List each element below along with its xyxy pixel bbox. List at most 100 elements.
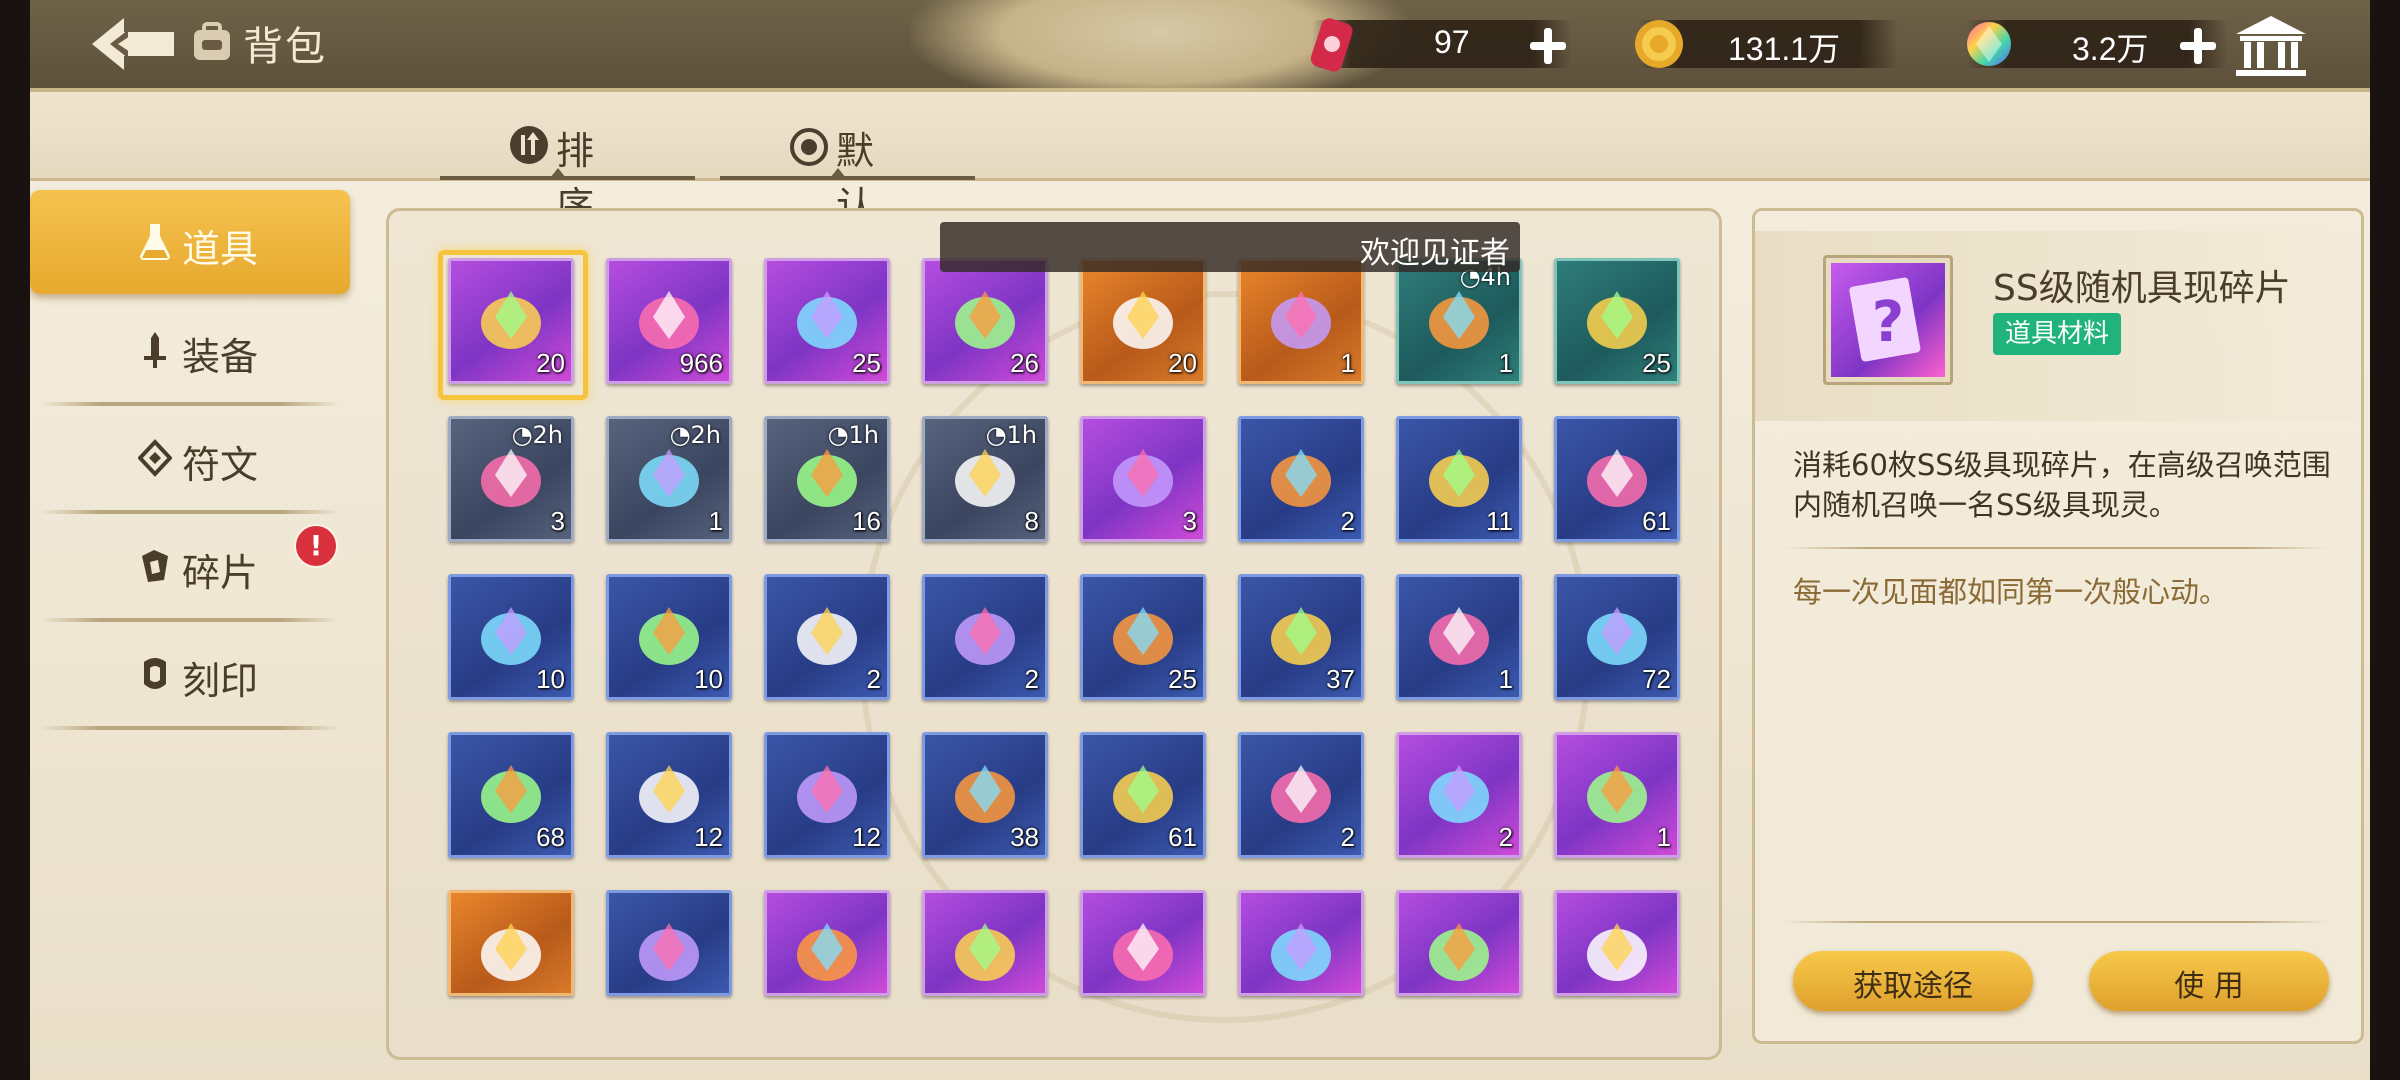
obtain-source-button[interactable]: 获取途径 bbox=[1793, 951, 2033, 1011]
inventory-item[interactable]: 1 bbox=[1238, 258, 1364, 384]
inventory-item[interactable]: 38 bbox=[922, 732, 1048, 858]
tab-seals[interactable]: 刻印 bbox=[30, 622, 350, 730]
red-star-crystal-icon bbox=[1271, 923, 1331, 981]
item-quantity: 25 bbox=[852, 348, 881, 378]
blue-gem-icon bbox=[1429, 765, 1489, 823]
inventory-item[interactable]: 10 bbox=[448, 574, 574, 700]
inventory-item[interactable]: 37 bbox=[1238, 574, 1364, 700]
item-quantity: 61 bbox=[1642, 506, 1671, 536]
sort-pointer bbox=[550, 168, 566, 178]
inventory-item[interactable]: 10 bbox=[606, 574, 732, 700]
tab-runes[interactable]: 符文 bbox=[30, 406, 350, 514]
inventory-item[interactable] bbox=[1396, 890, 1522, 996]
inventory-item[interactable]: 3 bbox=[1080, 416, 1206, 542]
shards-alert-badge: ! bbox=[294, 524, 338, 568]
bag-icon bbox=[190, 20, 234, 64]
inventory-item[interactable]: ◔2h 1 bbox=[606, 416, 732, 542]
stamina-value: 97 bbox=[1434, 24, 1470, 60]
golden-apple-icon bbox=[1429, 607, 1489, 665]
inventory-item[interactable] bbox=[922, 890, 1048, 996]
inventory-item[interactable]: 966 bbox=[606, 258, 732, 384]
detail-divider bbox=[1783, 921, 2329, 923]
inventory-item[interactable] bbox=[1080, 890, 1206, 996]
inventory-item[interactable]: 61 bbox=[1080, 732, 1206, 858]
inventory-item[interactable]: 1 bbox=[1554, 732, 1680, 858]
blue-coin-chip-icon bbox=[1587, 765, 1647, 823]
default-underline bbox=[720, 176, 975, 180]
tab-equipment-label: 装备 bbox=[182, 335, 259, 379]
item-type-tag: 道具材料 bbox=[1993, 313, 2122, 355]
back-arrow-icon bbox=[92, 18, 174, 70]
item-quantity: 68 bbox=[536, 822, 565, 852]
tab-divider bbox=[40, 726, 340, 730]
sort-underline bbox=[440, 176, 695, 180]
inventory-item[interactable]: 11 bbox=[1396, 416, 1522, 542]
inventory-item[interactable]: 20 bbox=[1080, 258, 1206, 384]
ss-random-shard-icon: ? bbox=[1831, 263, 1945, 377]
inventory-item[interactable]: 2 bbox=[1396, 732, 1522, 858]
inventory-item[interactable]: 2 bbox=[1238, 416, 1364, 542]
inventory-item[interactable]: ◔1h 16 bbox=[764, 416, 890, 542]
inventory-item[interactable]: 2 bbox=[1238, 732, 1364, 858]
green-crystal-icon bbox=[1271, 449, 1331, 507]
selection-frame bbox=[438, 250, 588, 400]
tab-items[interactable]: 道具 bbox=[30, 190, 350, 294]
item-quantity: 3 bbox=[1182, 506, 1197, 536]
inventory-item[interactable]: 25 bbox=[764, 258, 890, 384]
bank-icon bbox=[2236, 16, 2306, 76]
sort-icon bbox=[510, 126, 548, 164]
bank-button[interactable] bbox=[2234, 14, 2308, 78]
inventory-item[interactable] bbox=[1238, 890, 1364, 996]
item-quantity: 1 bbox=[708, 506, 723, 536]
default-pointer bbox=[830, 168, 846, 178]
inventory-item[interactable] bbox=[764, 890, 890, 996]
inventory-item[interactable]: 61 bbox=[1554, 416, 1680, 542]
item-quantity: 11 bbox=[1486, 506, 1513, 536]
tab-items-label: 道具 bbox=[182, 227, 259, 271]
inventory-item[interactable]: 25 bbox=[1080, 574, 1206, 700]
svg-text:?: ? bbox=[1872, 290, 1904, 355]
item-quantity: 12 bbox=[852, 822, 881, 852]
item-quantity: 16 bbox=[852, 506, 881, 536]
sword-icon bbox=[144, 332, 166, 368]
item-quantity: 25 bbox=[1168, 664, 1197, 694]
inventory-item[interactable]: 26 bbox=[922, 258, 1048, 384]
item-quantity: 61 bbox=[1168, 822, 1197, 852]
back-button[interactable] bbox=[88, 14, 178, 74]
diamond-ring-icon bbox=[797, 923, 857, 981]
inventory-item[interactable] bbox=[606, 890, 732, 996]
rainbow-crystal-icon bbox=[1967, 22, 2011, 66]
inventory-item[interactable]: ◔4h 1 bbox=[1396, 258, 1522, 384]
tab-shards-label: 碎片 bbox=[182, 551, 259, 595]
cyber-cube-icon bbox=[1429, 923, 1489, 981]
inventory-item[interactable]: ◔1h 8 bbox=[922, 416, 1048, 542]
orange-character-card-icon bbox=[1271, 291, 1331, 349]
inventory-item[interactable]: 1 bbox=[1396, 574, 1522, 700]
inventory-item[interactable]: 2 bbox=[922, 574, 1048, 700]
rune-icon bbox=[138, 439, 172, 477]
inventory-item[interactable]: 25 bbox=[1554, 258, 1680, 384]
inventory-item[interactable]: 68 bbox=[448, 732, 574, 858]
add-stamina-button[interactable] bbox=[1528, 26, 1568, 66]
inventory-item[interactable] bbox=[448, 890, 574, 996]
cat-robot-icon bbox=[955, 923, 1015, 981]
item-quantity: 2 bbox=[1024, 664, 1039, 694]
item-quantity: 966 bbox=[679, 348, 723, 378]
inventory-item[interactable]: 72 bbox=[1554, 574, 1680, 700]
energy-can-icon bbox=[1310, 18, 1353, 72]
inventory-item[interactable]: 2 bbox=[764, 574, 890, 700]
detail-divider bbox=[1783, 547, 2329, 549]
item-name: SS级随机具现碎片 bbox=[1993, 268, 2291, 309]
inventory-item[interactable]: 12 bbox=[764, 732, 890, 858]
tab-equipment[interactable]: 装备 bbox=[30, 298, 350, 406]
item-quantity: 2 bbox=[1498, 822, 1513, 852]
item-quantity: 10 bbox=[694, 664, 723, 694]
tab-seals-label: 刻印 bbox=[182, 659, 259, 703]
category-tabs: 道具 装备 符文 碎片 刻印 bbox=[30, 190, 360, 770]
item-quantity: 1 bbox=[1498, 664, 1513, 694]
inventory-item[interactable]: ◔2h 3 bbox=[448, 416, 574, 542]
add-crystal-button[interactable] bbox=[2178, 26, 2218, 66]
use-button[interactable]: 使 用 bbox=[2089, 951, 2329, 1011]
inventory-item[interactable] bbox=[1554, 890, 1680, 996]
inventory-item[interactable]: 12 bbox=[606, 732, 732, 858]
